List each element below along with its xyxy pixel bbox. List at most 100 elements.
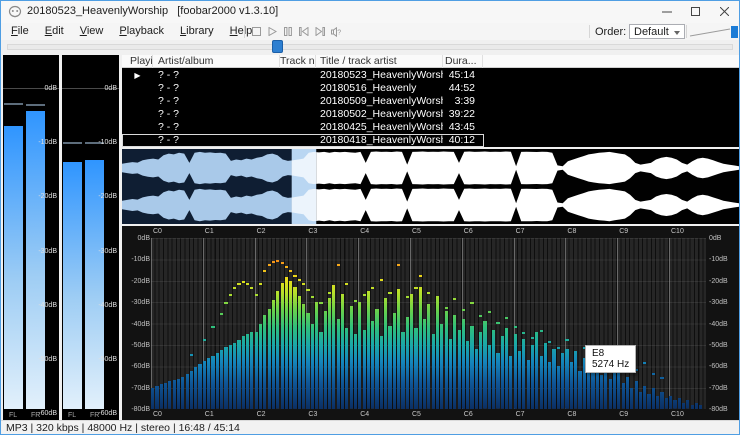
volume-handle[interactable] [731, 26, 738, 38]
spectrum-bar [194, 367, 198, 409]
spectrum-peak-marker [336, 263, 340, 266]
meter-scale-label: -10dB [98, 139, 117, 147]
menu-view[interactable]: View [72, 23, 112, 39]
spectrum-bar [336, 319, 340, 409]
spectrum-peak-marker [241, 280, 245, 283]
playlist-row[interactable]: ? - ? 20180516_Heavenly 44:52 [122, 82, 739, 95]
spectrum-peak-marker [233, 287, 237, 290]
meter-scale-label: -60dB [98, 410, 117, 418]
svg-text:?: ? [337, 29, 341, 36]
meter-scale-label: 0dB [44, 85, 57, 92]
octave-label: C9 [619, 228, 629, 235]
spectrum-bar [319, 332, 323, 409]
spectrum-analyzer[interactable]: 0dB 0dB -10dB -10dB -20dB -20dB -30dB -30dB -40d… [122, 226, 739, 420]
spectrum-bar [431, 334, 435, 409]
spectrum-db-label: -40dB [131, 320, 150, 328]
spectrum-bar [466, 340, 470, 409]
duration-cell: 3:39 [454, 95, 475, 107]
spectrum-bar [410, 293, 414, 409]
focus-rectangle [122, 134, 484, 147]
next-button[interactable] [312, 24, 328, 39]
spectrum-peak-marker [280, 261, 284, 264]
spectrum-db-label: -20dB [709, 277, 728, 285]
spectrum-bar [634, 381, 638, 409]
peak-meter-panel: FL FR 0dB -10dB -20dB -30dB -40dB -50dB -60dB [3, 55, 59, 421]
maximize-button[interactable] [681, 1, 710, 22]
spectrum-bar [245, 334, 250, 409]
spectrum-bar [535, 332, 539, 409]
title-cell: 20180516_Heavenly [320, 82, 417, 94]
column-header-1[interactable]: Artist/album [153, 55, 280, 68]
spectrum-bar [673, 400, 677, 409]
octave-label: C4 [360, 228, 370, 235]
spectrum-bar [401, 332, 405, 409]
playlist-header[interactable]: PlayiArtist/albumTrack noTitle / track a… [122, 55, 739, 68]
spectrum-bar [617, 372, 621, 409]
column-header-3[interactable]: Title / track artist [316, 55, 443, 68]
spectrum-db-label: -10dB [131, 256, 150, 264]
column-header-0[interactable]: Playi [122, 55, 153, 68]
playlist-row[interactable]: ? - ? 20180502_HeavenlyWorship 39:22 [122, 108, 739, 121]
window-title: 20180523_HeavenlyWorship [foobar2000 v1.… [27, 5, 279, 17]
order-select[interactable]: Default [629, 24, 685, 39]
column-header-4[interactable]: Dura... [443, 55, 483, 68]
meter-scale-label: -40dB [98, 301, 117, 309]
spectrum-db-label: -50dB [709, 341, 728, 349]
spectrum-peak-marker [302, 283, 306, 285]
spectrum-bar [539, 355, 543, 409]
spectrum-peak-marker [565, 338, 569, 341]
menu-library[interactable]: Library [172, 23, 222, 39]
spectrum-bar [513, 334, 517, 409]
previous-button[interactable] [296, 24, 312, 39]
octave-label: C3 [308, 411, 318, 418]
duration-cell: 39:22 [448, 108, 475, 120]
seekbar-track[interactable] [7, 44, 733, 50]
octave-label: C7 [515, 411, 525, 418]
seekbar-handle[interactable] [272, 40, 284, 53]
playlist-row[interactable]: ▶ ? - ? 20180523_HeavenlyWorship 45:14 [122, 69, 739, 82]
pause-button[interactable] [280, 24, 296, 39]
spectrum-bar [483, 321, 487, 409]
spectrum-bar [625, 376, 630, 409]
spectrum-bar [457, 329, 461, 409]
octave-label: C8 [567, 228, 577, 235]
octave-gridline [669, 238, 670, 409]
spectrum-peak-marker [397, 263, 401, 266]
title-bar[interactable]: 20180523_HeavenlyWorship [foobar2000 v1.… [1, 1, 739, 23]
spectrum-bar [556, 366, 560, 409]
menu-file[interactable]: File [3, 23, 37, 39]
trackno-cell [280, 82, 316, 95]
playlist[interactable]: PlayiArtist/albumTrack noTitle / track a… [122, 55, 739, 147]
octave-label: C6 [463, 411, 473, 418]
spectrum-peak-marker [258, 283, 263, 285]
octave-label: C5 [412, 228, 421, 235]
menu-edit[interactable]: Edit [37, 23, 72, 39]
play-button[interactable] [264, 24, 280, 39]
waveform-seekbar[interactable] [122, 149, 739, 224]
spectrum-bar [479, 332, 483, 409]
spectrum-bar [569, 362, 573, 409]
spectrum-bar [656, 396, 660, 409]
trackno-cell [280, 69, 316, 82]
playlist-row[interactable]: ? - ? 20180425_HeavenlyWorship 43:45 [122, 121, 739, 134]
spectrum-peak-marker [435, 300, 440, 303]
close-button[interactable] [710, 1, 739, 22]
spectrum-db-label: -10dB [709, 256, 728, 264]
random-button[interactable]: ? [328, 24, 344, 39]
octave-label: C9 [619, 411, 629, 418]
spectrum-bar [181, 376, 185, 409]
spectrum-bar [233, 342, 237, 409]
column-header-2[interactable]: Track no [280, 55, 316, 68]
menu-playback[interactable]: Playback [111, 23, 172, 39]
app-window: 20180523_HeavenlyWorship [foobar2000 v1.… [0, 0, 740, 435]
stop-button[interactable] [248, 24, 264, 39]
spectrum-bar [384, 297, 388, 409]
meter-scale-label: -60dB [38, 410, 57, 418]
spectrum-bar [660, 391, 664, 409]
minimize-button[interactable] [652, 1, 681, 22]
playlist-row[interactable]: ? - ? 20180509_HeavenlyWorship_endi... 3:3… [122, 95, 739, 108]
spectrum-bar [237, 339, 241, 409]
volume-slider[interactable] [689, 24, 739, 39]
spectrum-peak-marker [328, 291, 332, 294]
spectrum-peak-marker [651, 372, 655, 375]
